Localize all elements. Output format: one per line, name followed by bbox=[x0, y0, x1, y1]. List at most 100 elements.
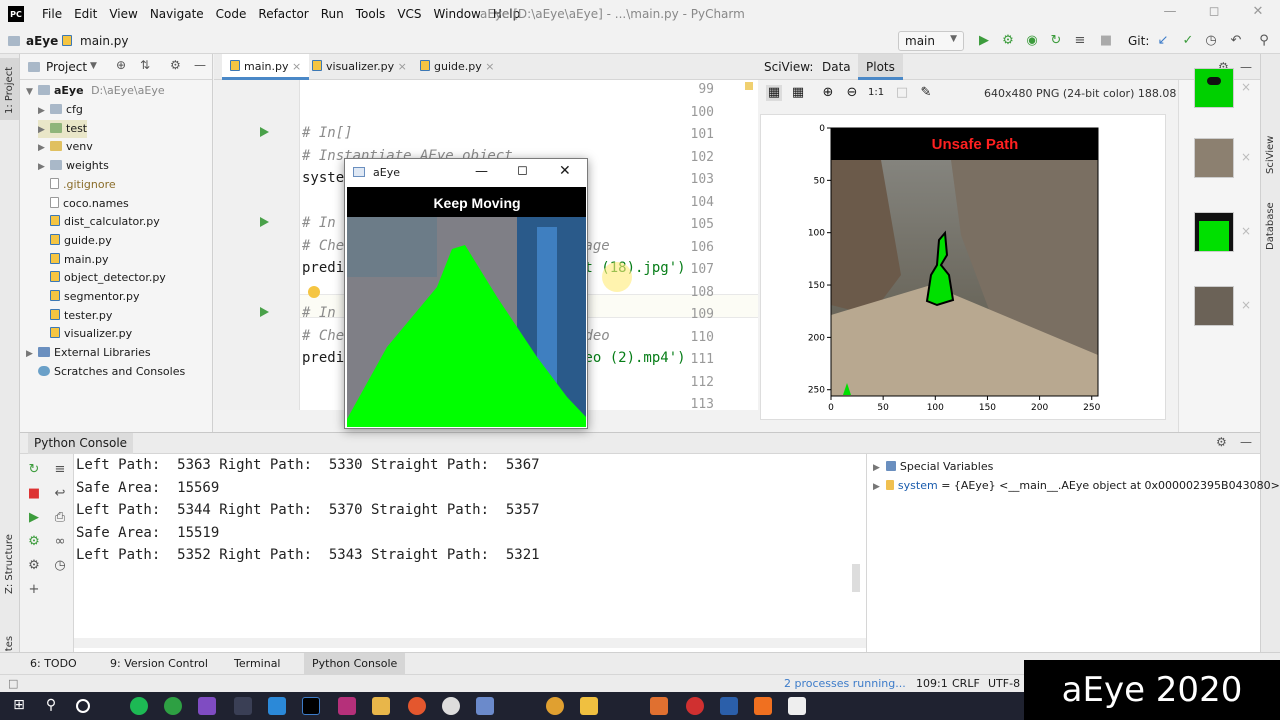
tab-data[interactable]: Data bbox=[822, 60, 851, 74]
breadcrumb-project[interactable]: aEye bbox=[26, 34, 58, 48]
rerun-icon[interactable]: ↻ bbox=[26, 462, 42, 478]
code-line[interactable]: syste bbox=[302, 170, 344, 186]
menu-window[interactable]: Window bbox=[428, 7, 487, 21]
line-separator[interactable]: CRLF bbox=[952, 677, 980, 690]
close-icon[interactable]: × bbox=[1241, 224, 1251, 238]
breadcrumb-file[interactable]: main.py bbox=[80, 34, 129, 48]
add-icon[interactable]: + bbox=[26, 582, 42, 598]
caret-position[interactable]: 109:1 bbox=[916, 677, 948, 690]
close-icon[interactable]: ✕ bbox=[1248, 4, 1268, 24]
app-icon[interactable] bbox=[686, 697, 704, 715]
code-line[interactable]: # Che bbox=[302, 238, 344, 254]
coverage-icon[interactable]: ◉ bbox=[1024, 33, 1040, 49]
tree-item[interactable]: ▶ venv bbox=[38, 138, 93, 156]
thumbnail-1[interactable] bbox=[1194, 68, 1234, 108]
search-icon[interactable]: ⚲ bbox=[1256, 33, 1272, 49]
var-system[interactable]: ▶ system = {AEye} <__main__.AEye object a… bbox=[873, 479, 1280, 492]
run-cell-icon[interactable] bbox=[260, 217, 269, 227]
expand-arrow-icon[interactable]: ▶ bbox=[38, 121, 50, 139]
close-icon[interactable]: × bbox=[1241, 150, 1251, 164]
menu-navigate[interactable]: Navigate bbox=[144, 7, 210, 21]
close-icon[interactable]: × bbox=[292, 60, 301, 73]
minimize-icon[interactable]: — bbox=[1160, 4, 1180, 24]
var-special[interactable]: ▶ Special Variables bbox=[873, 460, 993, 473]
python-console-tab[interactable]: Python Console bbox=[304, 653, 406, 674]
tree-item[interactable]: main.py bbox=[50, 251, 108, 269]
menu-view[interactable]: View bbox=[103, 7, 143, 21]
terminal-tab[interactable]: Terminal bbox=[234, 657, 281, 670]
code-line[interactable]: # In[] bbox=[302, 125, 353, 141]
fit-icon[interactable]: ▦ bbox=[766, 85, 782, 101]
menu-code[interactable]: Code bbox=[210, 7, 253, 21]
tree-external-libraries[interactable]: ▶ External Libraries bbox=[26, 344, 151, 362]
history-icon[interactable]: ◷ bbox=[1203, 33, 1219, 49]
tree-item[interactable]: segmentor.py bbox=[50, 288, 139, 306]
lightbulb-icon[interactable] bbox=[308, 286, 320, 298]
thumbnail-3[interactable] bbox=[1194, 212, 1234, 252]
code-line[interactable]: predi bbox=[302, 260, 344, 276]
tree-item[interactable]: ▶ test bbox=[38, 119, 88, 139]
code-line[interactable]: predi bbox=[302, 350, 344, 366]
thumbnail-4[interactable] bbox=[1194, 286, 1234, 326]
code-line[interactable]: # Che bbox=[302, 328, 344, 344]
menu-refactor[interactable]: Refactor bbox=[252, 7, 314, 21]
tree-item[interactable]: tester.py bbox=[50, 307, 112, 325]
version-control-tab[interactable]: 9: Version Control bbox=[110, 657, 208, 670]
zoom-in-icon[interactable]: ⊕ bbox=[820, 85, 836, 101]
maximize-icon[interactable]: ◻ bbox=[517, 163, 528, 178]
menu-file[interactable]: File bbox=[36, 7, 68, 21]
menu-vcs[interactable]: VCS bbox=[391, 7, 427, 21]
settings-icon[interactable]: ⚙ bbox=[26, 558, 42, 574]
debug-icon[interactable]: ⚙ bbox=[26, 534, 42, 550]
tab-visualizer-py[interactable]: visualizer.py × bbox=[304, 54, 415, 80]
gear-icon[interactable]: ⚙ bbox=[1216, 435, 1227, 449]
spotify-icon[interactable] bbox=[130, 697, 148, 715]
processes-running[interactable]: 2 processes running... bbox=[784, 677, 906, 690]
project-panel-title[interactable]: Project bbox=[46, 60, 87, 74]
file-encoding[interactable]: UTF-8 bbox=[988, 677, 1020, 690]
tab-guide-py[interactable]: guide.py × bbox=[412, 54, 502, 80]
windows-start-icon[interactable]: ⊞ bbox=[10, 697, 28, 715]
vscode-icon[interactable] bbox=[268, 697, 286, 715]
stop-icon[interactable]: ■ bbox=[1098, 33, 1114, 49]
history-icon[interactable]: ◷ bbox=[52, 558, 68, 574]
expand-arrow-icon[interactable]: ▶ bbox=[38, 139, 50, 157]
code-line[interactable]: # In bbox=[302, 215, 336, 231]
list-icon[interactable]: ≡ bbox=[52, 462, 68, 478]
chrome-icon[interactable] bbox=[408, 697, 426, 715]
console-output[interactable]: Left Path: 5363 Right Path: 5330 Straigh… bbox=[74, 454, 866, 652]
run-icon[interactable]: ▶ bbox=[976, 33, 992, 49]
tree-item[interactable]: .gitignore bbox=[50, 176, 116, 194]
tree-item[interactable]: coco.names bbox=[50, 195, 129, 213]
collapse-icon[interactable]: ⇅ bbox=[140, 58, 150, 72]
code-line[interactable]: # In bbox=[302, 305, 336, 321]
console-scrollbar[interactable] bbox=[852, 564, 860, 592]
profile-icon[interactable]: ↻ bbox=[1048, 33, 1064, 49]
tree-root[interactable]: ▼ aEye D:\aEye\aEye bbox=[26, 82, 165, 100]
tree-scratches[interactable]: Scratches and Consoles bbox=[38, 363, 185, 381]
aeye-window[interactable]: aEye — ◻ ✕ Keep Moving bbox=[344, 158, 588, 429]
hide-icon[interactable]: — bbox=[1240, 435, 1252, 449]
file-explorer-icon[interactable] bbox=[372, 697, 390, 715]
visual-studio-icon[interactable] bbox=[198, 697, 216, 715]
app-icon[interactable] bbox=[754, 697, 772, 715]
gear-icon[interactable]: ⚙ bbox=[170, 58, 181, 72]
expand-arrow-icon[interactable]: ▶ bbox=[38, 158, 50, 176]
run-cell-icon[interactable] bbox=[260, 307, 269, 317]
tree-item[interactable]: ▶ cfg bbox=[38, 101, 83, 119]
run-cell-icon[interactable] bbox=[260, 127, 269, 137]
structure-tool-label[interactable]: Z: Structure bbox=[4, 534, 15, 594]
tab-plots[interactable]: Plots bbox=[858, 54, 903, 80]
word-icon[interactable] bbox=[720, 697, 738, 715]
todo-tab[interactable]: 6: TODO bbox=[30, 657, 77, 670]
close-icon[interactable]: ✕ bbox=[559, 163, 571, 179]
console-title[interactable]: Python Console bbox=[28, 433, 134, 454]
grid-icon[interactable]: ▦ bbox=[790, 85, 806, 101]
aeye-titlebar[interactable]: aEye — ◻ ✕ bbox=[345, 159, 587, 187]
tree-item[interactable]: dist_calculator.py bbox=[50, 213, 160, 231]
minimize-icon[interactable]: — bbox=[475, 164, 488, 179]
task-view-icon[interactable] bbox=[76, 699, 90, 713]
menu-run[interactable]: Run bbox=[315, 7, 350, 21]
rollback-icon[interactable]: ↶ bbox=[1228, 33, 1244, 49]
close-icon[interactable]: × bbox=[485, 60, 494, 73]
